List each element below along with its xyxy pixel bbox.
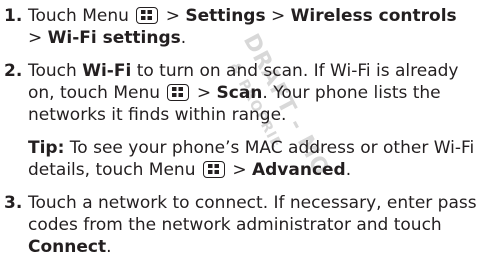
text: .	[180, 28, 187, 48]
step-number: 1.	[4, 6, 23, 26]
text: .	[106, 237, 112, 257]
connect-label: Connect	[28, 237, 107, 257]
step-text: Touch a network to connect. If necessary…	[28, 192, 486, 258]
wifi-label: Wi-Fi	[82, 61, 132, 81]
text: Touch a network to connect. If necessary…	[28, 193, 477, 235]
settings-label: Settings	[185, 6, 266, 26]
tip: Tip: To see your phone’s MAC address or …	[4, 137, 486, 181]
text: .	[345, 160, 352, 180]
menu-key-icon	[202, 161, 225, 178]
step-number: 2.	[4, 61, 23, 81]
step-text: Touch Menu > Settings > Wireless control…	[28, 5, 486, 49]
text: Touch Menu	[28, 6, 129, 26]
wireless-controls-label: Wireless controls	[290, 6, 457, 26]
text: >	[28, 28, 43, 48]
tip-label: Tip:	[28, 138, 65, 158]
scan-label: Scan	[216, 83, 263, 103]
step-number: 3.	[4, 193, 23, 213]
step-3: 3. Touch a network to connect. If necess…	[4, 192, 486, 258]
menu-key-icon	[136, 7, 159, 24]
wifi-settings-label: Wi-Fi settings	[47, 28, 181, 48]
text: >	[165, 6, 180, 26]
step-2: 2. Touch Wi-Fi to turn on and scan. If W…	[4, 60, 486, 126]
text: >	[232, 160, 247, 180]
text: >	[196, 83, 212, 103]
text: Touch	[28, 61, 77, 81]
step-text: Touch Wi-Fi to turn on and scan. If Wi-F…	[28, 60, 486, 126]
instructions: 1. Touch Menu > Settings > Wireless cont…	[0, 0, 486, 258]
advanced-label: Advanced	[251, 160, 346, 180]
text: >	[271, 6, 286, 26]
step-1: 1. Touch Menu > Settings > Wireless cont…	[4, 5, 486, 49]
menu-key-icon	[167, 84, 190, 101]
